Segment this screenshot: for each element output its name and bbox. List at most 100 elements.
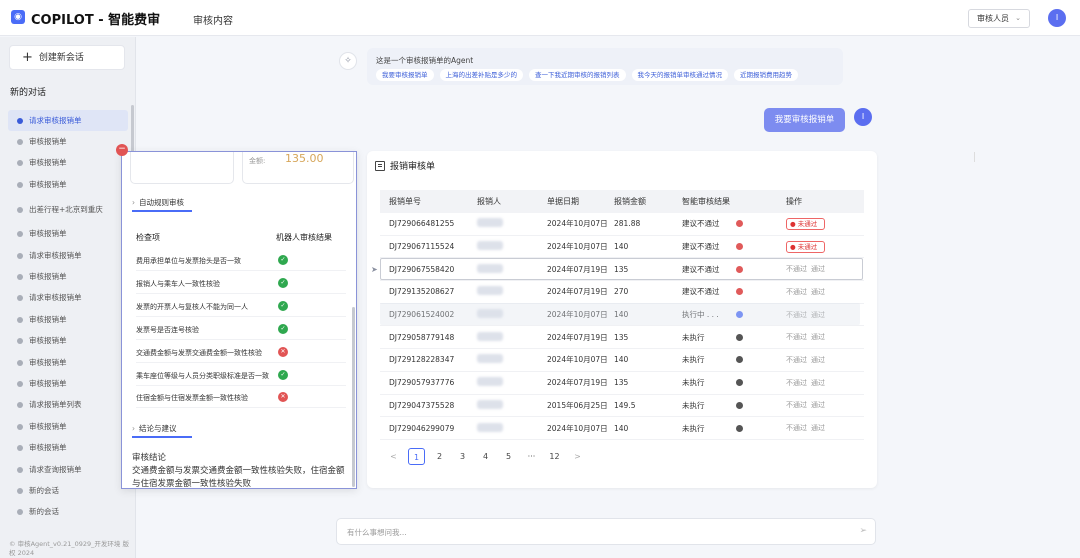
chat-bubble-icon <box>17 487 23 494</box>
reject-button[interactable]: 不通过 <box>786 288 807 296</box>
sidebar-scrollbar[interactable] <box>131 105 134 155</box>
table-row[interactable]: DJ729061524002 2024年10月07日 140 执行中 . . . 不通过… <box>380 304 864 327</box>
approve-button[interactable]: 通过 <box>811 401 825 409</box>
rules-section-underline <box>132 210 192 212</box>
page-button[interactable]: 1 <box>408 448 425 465</box>
sidebar-item-label: 审核报销单 <box>29 158 67 168</box>
agent-intro-text: 这是一个审核报销单的Agent <box>376 56 474 65</box>
redacted-name <box>477 331 503 341</box>
sidebar-item[interactable]: 审核报销单 <box>8 437 128 458</box>
page-prev-button[interactable]: < <box>385 448 402 465</box>
sidebar-item[interactable]: 审核报销单 <box>8 131 128 152</box>
result-text: 未执行 <box>682 378 705 388</box>
table-row[interactable]: DJ729067115524 2024年10月07日 140 建议不通过 ● 未通过 <box>380 236 864 259</box>
divider <box>974 152 975 162</box>
page-button[interactable]: 2 <box>431 448 448 465</box>
sidebar-item-label: 审核报销单 <box>29 443 67 453</box>
sidebar-item[interactable]: 审核报销单 <box>8 309 128 330</box>
page-next-button[interactable]: > <box>569 448 586 465</box>
check-item-label: 住宿金额与住宿发票金额一致性核验 <box>136 394 248 403</box>
suggestion-chip[interactable]: 我要审核报销单 <box>376 69 434 81</box>
page-button[interactable]: 12 <box>546 448 563 465</box>
sidebar-item[interactable]: 请求报销单列表 <box>8 395 128 416</box>
popup-scrollbar[interactable] <box>352 307 355 487</box>
sidebar-item-label: 审核报销单 <box>29 229 67 239</box>
table-row[interactable]: DJ729135208627 2024年07月19日 270 建议不通过 不通过 通过 <box>380 281 864 304</box>
close-icon[interactable]: − <box>116 144 128 156</box>
sidebar-item[interactable]: 新的会话 <box>8 502 128 523</box>
table-row[interactable]: DJ729128228347 2024年10月07日 140 未执行 不通过 通过 <box>380 349 864 372</box>
reject-button[interactable]: 不通过 <box>786 356 807 364</box>
reject-button[interactable]: 不通过 <box>786 311 807 319</box>
table-row[interactable]: DJ729066481255 2024年10月07日 281.88 建议不通过 ● 未通… <box>380 213 864 236</box>
approve-button[interactable]: 通过 <box>811 265 825 273</box>
page-button[interactable]: 4 <box>477 448 494 465</box>
plus-icon: + <box>22 50 33 65</box>
cell-amount: 281.88 <box>614 219 641 229</box>
sidebar-item[interactable]: 审核报销单 <box>8 331 128 352</box>
minus-circle-icon <box>736 379 743 387</box>
sidebar-item[interactable]: 请求审核报销单 <box>8 288 128 309</box>
chat-bubble-icon <box>17 316 23 323</box>
chat-input[interactable] <box>347 526 837 538</box>
chat-bubble-icon <box>17 206 23 213</box>
page-button[interactable]: ··· <box>523 448 540 465</box>
table-row[interactable]: DJ729046299079 2024年10月07日 140 未执行 不通过 通过 <box>380 417 864 440</box>
check-item-label: 发票的开票人与复核人不能为同一人 <box>136 302 248 311</box>
table-row[interactable]: DJ729047375528 2015年06月25日 149.5 未执行 不通过 通过 <box>380 395 864 418</box>
reject-button[interactable]: 不通过 <box>786 424 807 432</box>
sidebar-item[interactable]: 出差行程+北京到重庆 <box>8 196 128 224</box>
approve-button[interactable]: 通过 <box>811 311 825 319</box>
reject-button[interactable]: 不通过 <box>786 401 807 409</box>
rules-section-header[interactable]: › 自动规则审核 <box>132 197 184 208</box>
sidebar-item[interactable]: 审核报销单 <box>8 352 128 373</box>
role-select[interactable]: 审核人员 ⌄ <box>968 9 1030 28</box>
rejected-badge[interactable]: ● 未通过 <box>786 240 826 253</box>
sidebar-item[interactable]: 审核报销单 <box>8 416 128 437</box>
cell-date: 2015年06月25日 <box>547 400 608 410</box>
result-text: 未执行 <box>682 423 705 433</box>
user-avatar[interactable]: I <box>1048 9 1066 27</box>
cell-actions: 不通过 通过 <box>786 287 864 297</box>
approve-button[interactable]: 通过 <box>811 333 825 341</box>
page-button[interactable]: 5 <box>500 448 517 465</box>
sidebar-item[interactable]: 审核报销单 <box>8 224 128 245</box>
chat-input-box: ➢ <box>336 518 876 545</box>
table-row[interactable]: DJ729057937776 2024年07月19日 135 未执行 不通过 通过 <box>380 372 864 395</box>
suggestion-chip[interactable]: 查一下我近期审核的报销列表 <box>529 69 626 81</box>
cell-amount: 135 <box>614 264 629 274</box>
suggestion-chip[interactable]: 上海的出差补贴是多少的 <box>439 69 523 81</box>
approve-button[interactable]: 通过 <box>811 356 825 364</box>
reject-button[interactable]: 不通过 <box>786 379 807 387</box>
approve-button[interactable]: 通过 <box>811 424 825 432</box>
approve-button[interactable]: 通过 <box>811 288 825 296</box>
suggestion-chip[interactable]: 近期报销费用趋势 <box>734 69 798 81</box>
rejected-badge[interactable]: ● 未通过 <box>786 217 826 230</box>
cell-id: DJ729057937776 <box>389 378 455 388</box>
sidebar-item[interactable]: 审核报销单 <box>8 373 128 394</box>
sidebar-item[interactable]: 请求审核报销单 <box>8 110 128 132</box>
chat-bubble-icon <box>17 160 23 167</box>
table-row[interactable]: DJ729067558420 2024年07月19日 135 建议不通过 不通过 通过 <box>380 258 864 282</box>
send-icon[interactable]: ➢ <box>859 526 867 536</box>
sidebar-item[interactable]: 请求查询报销单 <box>8 459 128 480</box>
nav-review-content[interactable]: 审核内容 <box>193 12 233 27</box>
sidebar-item[interactable]: 审核报销单 <box>8 174 128 195</box>
sidebar-item[interactable]: 新的会话 <box>8 480 128 501</box>
reject-button[interactable]: 不通过 <box>786 333 807 341</box>
conclusion-title: 审核结论 <box>132 453 167 463</box>
cell-amount: 149.5 <box>614 400 636 410</box>
sidebar-item[interactable]: 审核报销单 <box>8 153 128 174</box>
reject-button[interactable]: 不通过 <box>786 265 807 273</box>
page-button[interactable]: 3 <box>454 448 471 465</box>
conclusion-section-header[interactable]: › 结论与建议 <box>132 423 177 434</box>
sidebar-item[interactable]: 审核报销单 <box>8 266 128 287</box>
cell-date: 2024年07月19日 <box>547 332 608 342</box>
agent-icon: ✧ <box>339 52 357 70</box>
new-chat-button[interactable]: + 创建新会话 <box>9 45 125 70</box>
cell-result: 执行中 . . . <box>682 309 786 320</box>
sidebar-item[interactable]: 请求审核报销单 <box>8 245 128 266</box>
approve-button[interactable]: 通过 <box>811 379 825 387</box>
table-row[interactable]: DJ729058779148 2024年07月19日 135 未执行 不通过 通过 <box>380 326 864 350</box>
suggestion-chip[interactable]: 我今天的报销单审核通过情况 <box>631 69 728 81</box>
